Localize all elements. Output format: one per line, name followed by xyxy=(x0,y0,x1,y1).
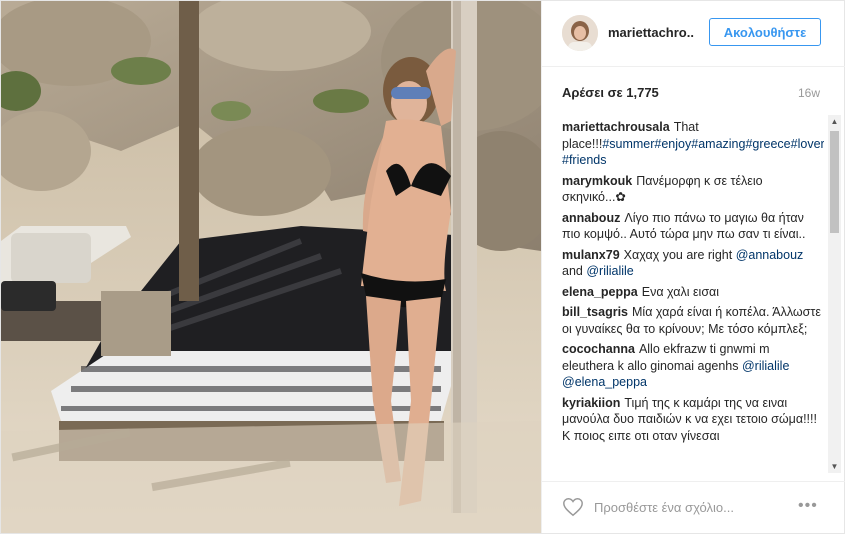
hashtag-link[interactable]: #amazing xyxy=(691,137,745,151)
comment-item: kyriakiion Τιμή της κ καμάρι της να ειναι… xyxy=(562,395,824,445)
likes-count[interactable]: Αρέσει σε 1,775 xyxy=(562,85,659,100)
comment-text: Χαχαχ you are right xyxy=(623,247,736,262)
hashtag-link[interactable]: #greece xyxy=(745,137,790,151)
hashtag-link[interactable]: #summer xyxy=(602,137,654,151)
comment-username[interactable]: kyriakiion xyxy=(562,396,620,410)
hashtag-link[interactable]: #enjoy xyxy=(654,137,691,151)
beach-photo-illustration xyxy=(1,1,541,533)
comment-text: and xyxy=(562,264,587,278)
mention-link[interactable]: @annabouz xyxy=(736,248,804,262)
comments-scrollbar[interactable]: ▲ ▼ xyxy=(828,115,841,473)
comment-item: mariettachrousala That place!!!#summer#en… xyxy=(562,119,824,169)
comment-username[interactable]: annabouz xyxy=(562,211,620,225)
hashtag-link[interactable]: #lover xyxy=(791,137,824,151)
comment-username[interactable]: elena_peppa xyxy=(562,285,638,299)
comment-item: annabouz Λίγο πιο πάνω το μαγιω θα ήταν π… xyxy=(562,210,824,243)
scroll-down-arrow-icon[interactable]: ▼ xyxy=(828,460,841,473)
comment-username[interactable]: mulanx79 xyxy=(562,248,620,262)
likes-row: Αρέσει σε 1,775 16w xyxy=(562,85,820,103)
comment-input[interactable] xyxy=(594,496,794,518)
comment-text: Ενα χαλι εισαι xyxy=(641,284,720,299)
avatar-image xyxy=(562,15,598,51)
comments-list: mariettachrousala That place!!!#summer#en… xyxy=(562,119,824,475)
comment-username[interactable]: marymkouk xyxy=(562,174,632,188)
scroll-up-arrow-icon[interactable]: ▲ xyxy=(828,115,841,128)
mention-link[interactable]: @rilialile xyxy=(742,359,789,373)
comment-username[interactable]: cocochanna xyxy=(562,342,635,356)
mention-link[interactable]: @elena_peppa xyxy=(562,375,647,389)
hashtag-link[interactable]: #friends xyxy=(562,153,606,167)
post-side-panel: mariettachro.. Ακολουθήστε Αρέσει σε 1,7… xyxy=(541,1,845,533)
comment-item: elena_peppa Ενα χαλι εισαι xyxy=(562,284,824,301)
comment-item: mulanx79 Χαχαχ you are right @annabouz an… xyxy=(562,247,824,280)
comment-username[interactable]: mariettachrousala xyxy=(562,120,670,134)
heart-outline-icon[interactable] xyxy=(562,496,584,518)
avatar[interactable] xyxy=(562,15,598,51)
comment-item: marymkouk Πανέμορφη κ σε τέλειο σκηνικό..… xyxy=(562,173,824,206)
comment-footer: ••• xyxy=(542,481,845,533)
scroll-thumb[interactable] xyxy=(830,131,839,233)
comment-username[interactable]: bill_tsagris xyxy=(562,305,628,319)
instagram-post-modal: mariettachro.. Ακολουθήστε Αρέσει σε 1,7… xyxy=(0,0,845,534)
post-header: mariettachro.. Ακολουθήστε xyxy=(542,1,845,67)
comment-item: cocochanna Allo ekfrazw ti gnwmi m eleuth… xyxy=(562,341,824,391)
post-username[interactable]: mariettachro.. xyxy=(608,25,694,40)
mention-link[interactable]: @rilialile xyxy=(586,264,633,278)
post-photo[interactable] xyxy=(1,1,541,533)
comment-item: bill_tsagris Μία χαρά είναι ή κοπέλα. Άλλ… xyxy=(562,304,824,337)
post-time[interactable]: 16w xyxy=(798,86,820,100)
more-options-icon[interactable]: ••• xyxy=(798,497,818,515)
follow-button[interactable]: Ακολουθήστε xyxy=(709,18,821,46)
